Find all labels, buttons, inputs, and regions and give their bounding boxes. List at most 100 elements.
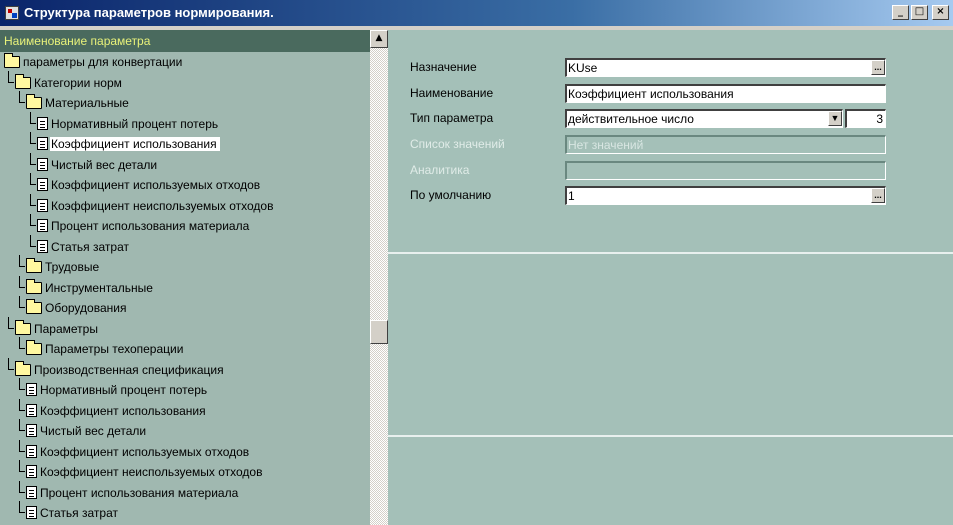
precision-field[interactable]: 3: [845, 109, 886, 128]
tree-item[interactable]: Процент использования материала: [0, 214, 370, 237]
tree-connector: [19, 378, 25, 390]
tree-item[interactable]: Чистый вес детали: [0, 419, 370, 442]
tree-item[interactable]: Коэффициент неиспользуемых отходов: [0, 193, 370, 217]
tree-item-label: Коэффициент неиспользуемых отходов: [40, 465, 263, 479]
middle-pane: [388, 256, 953, 437]
chevron-down-icon[interactable]: ▼: [828, 111, 842, 126]
tree-connector: [19, 419, 25, 431]
tree-connector: [19, 296, 25, 308]
tree-item[interactable]: Чистый вес детали: [0, 152, 370, 176]
tree-item[interactable]: Статья затрат: [0, 501, 370, 524]
purpose-field[interactable]: KUse ...: [565, 58, 886, 77]
tree-connector: [19, 439, 25, 452]
close-button[interactable]: ×: [932, 5, 949, 20]
tree-item[interactable]: Коэффициент использования: [0, 132, 370, 155]
caption-buttons: _ □ ×: [892, 5, 949, 20]
tree-item-label: Материальные: [45, 96, 129, 110]
tree-connector: [8, 357, 14, 370]
tree-item[interactable]: Коэффициент используемых отходов: [0, 439, 370, 463]
tree-item-label: Категории норм: [34, 75, 122, 90]
window-title: Структура параметров нормирования.: [24, 5, 274, 20]
document-icon: [26, 506, 37, 519]
tree-item-label: Нормативный процент потерь: [51, 116, 219, 131]
tree-item[interactable]: Параметры техоперации: [0, 337, 370, 360]
tree-connector: [30, 111, 36, 124]
tree-connector: [30, 193, 36, 206]
values-list-field: Нет значений: [565, 135, 886, 154]
document-icon: [37, 137, 48, 150]
minimize-button[interactable]: _: [892, 5, 909, 20]
tree-item[interactable]: Коэффициент неиспользуемых отходов: [0, 460, 370, 483]
tree-item[interactable]: Категории норм: [0, 70, 370, 94]
folder-open-icon: [15, 360, 31, 376]
parameter-form: Назначение KUse ... Наименование Коэффиц…: [388, 30, 953, 254]
tree-connector: [19, 460, 25, 472]
tree-connector: [30, 132, 36, 144]
tree-item[interactable]: Статья затрат: [0, 234, 370, 258]
document-icon: [37, 219, 48, 232]
tree-connector: [8, 316, 14, 329]
tree-item-label: Параметры: [34, 321, 98, 336]
default-value: 1: [568, 189, 575, 203]
tree-item[interactable]: Нормативный процент потерь: [0, 378, 370, 401]
tree-connector: [30, 214, 36, 226]
default-field[interactable]: 1 ...: [565, 186, 886, 205]
tree-connector: [30, 152, 36, 165]
tree-item-label: Оборудования: [45, 301, 127, 315]
tree-item[interactable]: Нормативный процент потерь: [0, 111, 370, 135]
values-list-label: Список значений: [410, 137, 505, 151]
tree-column-header[interactable]: Наименование параметра: [0, 30, 370, 52]
analytics-field: [565, 161, 886, 180]
maximize-button[interactable]: □: [911, 5, 928, 20]
tree-scrollbar[interactable]: ▲: [370, 30, 388, 525]
bottom-pane: [388, 439, 953, 525]
tree-item[interactable]: Оборудования: [0, 296, 370, 319]
tree-item[interactable]: Параметры: [0, 316, 370, 340]
tree-item[interactable]: Инструментальные: [0, 275, 370, 299]
purpose-value: KUse: [568, 61, 598, 75]
tree-item-label: Инструментальные: [45, 280, 153, 295]
app-icon[interactable]: [5, 6, 19, 20]
tree-item-label: Чистый вес детали: [51, 157, 158, 172]
tree-connector: [19, 337, 25, 349]
purpose-browse-button[interactable]: ...: [871, 60, 885, 75]
name-field[interactable]: Коэффициент использования: [565, 84, 886, 103]
tree-item[interactable]: Процент использования материала: [0, 480, 370, 504]
document-icon: [26, 465, 37, 478]
document-icon: [26, 485, 37, 499]
tree-item[interactable]: Трудовые: [0, 255, 370, 278]
analytics-label: Аналитика: [410, 163, 470, 177]
parameter-tree[interactable]: Наименование параметра параметры для кон…: [0, 30, 370, 525]
type-select[interactable]: действительное число ▼: [565, 109, 843, 128]
tree-connector: [19, 91, 25, 103]
tree-item[interactable]: Производственная спецификация: [0, 357, 370, 381]
folder-open-icon: [26, 94, 42, 109]
scroll-thumb[interactable]: [370, 320, 388, 344]
document-icon: [37, 178, 48, 191]
document-icon: [37, 239, 48, 253]
tree-item-label: Трудовые: [45, 260, 100, 274]
document-icon: [37, 116, 48, 130]
tree-item-label: Коэффициент использования: [40, 403, 206, 418]
title-bar[interactable]: Структура параметров нормирования. _ □ ×: [0, 0, 953, 28]
tree-item[interactable]: Коэффициент используемых отходов: [0, 173, 370, 196]
tree-item-label: Статья затрат: [51, 239, 130, 254]
document-icon: [26, 444, 37, 458]
scroll-up-button[interactable]: ▲: [370, 30, 388, 48]
tree-item-label: Коэффициент использования: [50, 137, 220, 151]
tree-item[interactable]: параметры для конвертации: [0, 52, 370, 73]
tree-item-label: Коэффициент неиспользуемых отходов: [51, 198, 274, 213]
default-browse-button[interactable]: ...: [871, 188, 885, 203]
tree-connector: [19, 501, 25, 513]
tree-item[interactable]: Материальные: [0, 91, 370, 114]
tree-connector: [30, 173, 36, 185]
tree-item-label: Процент использования материала: [51, 219, 250, 233]
tree-item[interactable]: Коэффициент использования: [0, 398, 370, 422]
tree-item-label: Статья затрат: [40, 506, 119, 520]
document-icon: [37, 157, 48, 171]
folder-icon: [26, 340, 42, 355]
purpose-label: Назначение: [410, 60, 477, 74]
tree-item-label: Коэффициент используемых отходов: [40, 444, 250, 459]
tree-item-label: Процент использования материала: [40, 485, 239, 500]
folder-open-icon: [15, 319, 31, 335]
